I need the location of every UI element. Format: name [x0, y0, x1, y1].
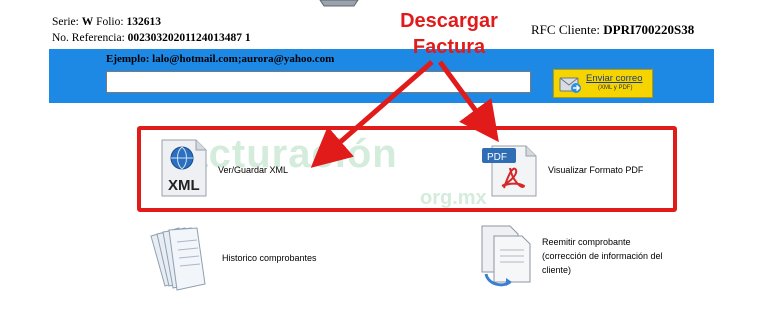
arrow-to-xml [310, 60, 434, 168]
arrow-to-pdf [437, 60, 499, 143]
annotation-arrows [310, 60, 499, 168]
